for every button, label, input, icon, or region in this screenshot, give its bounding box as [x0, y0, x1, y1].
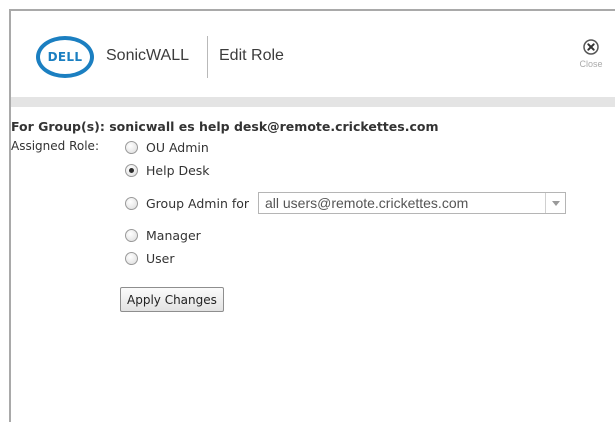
group-admin-select-value: all users@remote.crickettes.com [265, 195, 469, 211]
role-option-manager[interactable]: Manager [125, 225, 201, 245]
select-arrow-button[interactable] [545, 193, 565, 213]
radio-help-desk[interactable] [125, 163, 138, 177]
dialog-title: Edit Role [219, 47, 284, 64]
for-group-text: For Group(s): sonicwall es help desk@rem… [11, 119, 439, 134]
radio-user[interactable] [125, 251, 138, 265]
brand-name: SonicWALL [106, 47, 189, 64]
dell-logo-inner: DELL [40, 40, 90, 74]
radio-group-admin[interactable] [125, 196, 138, 210]
group-admin-select[interactable]: all users@remote.crickettes.com [258, 192, 566, 214]
role-option-user[interactable]: User [125, 248, 175, 268]
assigned-role-label: Assigned Role: [11, 139, 99, 153]
dialog-header: DELL SonicWALL Edit Role Close [11, 11, 615, 97]
edit-role-dialog: DELL SonicWALL Edit Role Close For Group… [9, 9, 615, 422]
role-label-group-admin: Group Admin for [146, 195, 250, 211]
close-label: Close [579, 59, 603, 69]
apply-changes-button[interactable]: Apply Changes [120, 287, 224, 312]
header-divider [207, 36, 208, 78]
close-button[interactable]: Close [571, 39, 611, 79]
radio-ou-admin[interactable] [125, 140, 138, 154]
header-band [11, 97, 615, 107]
role-label-user: User [146, 250, 175, 266]
chevron-down-icon [551, 200, 560, 206]
role-option-group-admin[interactable]: Group Admin for [125, 193, 249, 213]
role-label-manager: Manager [146, 227, 201, 243]
dell-logo-text: DELL [47, 50, 83, 64]
radio-manager[interactable] [125, 228, 138, 242]
close-icon[interactable] [583, 39, 599, 55]
role-option-ou-admin[interactable]: OU Admin [125, 137, 209, 157]
role-label-help-desk: Help Desk [146, 162, 210, 178]
dell-logo: DELL [36, 36, 94, 78]
role-option-help-desk[interactable]: Help Desk [125, 160, 210, 180]
role-label-ou-admin: OU Admin [146, 139, 209, 155]
